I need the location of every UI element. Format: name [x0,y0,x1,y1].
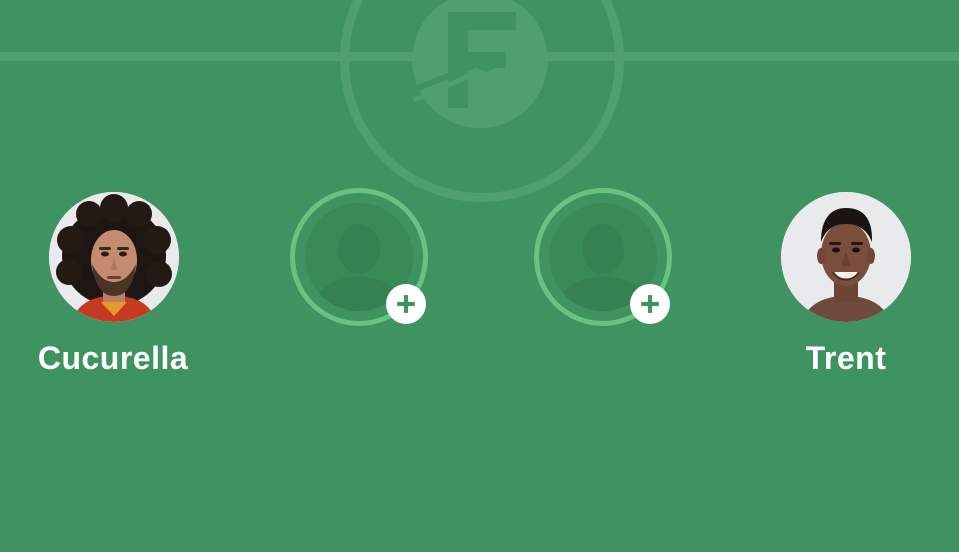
empty-player-slot[interactable] [290,188,430,328]
add-player-button[interactable] [630,284,670,324]
player-name-label: Cucurella [37,340,189,376]
player-card-trent[interactable]: Trent [775,192,915,376]
player-photo-cucurella [49,192,179,322]
plus-icon [397,295,415,313]
add-player-button[interactable] [386,284,426,324]
empty-player-slot[interactable] [534,188,674,328]
player-name-label: Trent [805,340,887,376]
futbin-logo-icon [412,0,548,128]
player-photo-trent [781,192,911,322]
player-avatar [49,192,179,322]
plus-icon [641,295,659,313]
player-card-cucurella[interactable]: Cucurella [38,192,188,376]
player-avatar [781,192,911,322]
football-pitch: Cucurella Trent [0,0,959,552]
